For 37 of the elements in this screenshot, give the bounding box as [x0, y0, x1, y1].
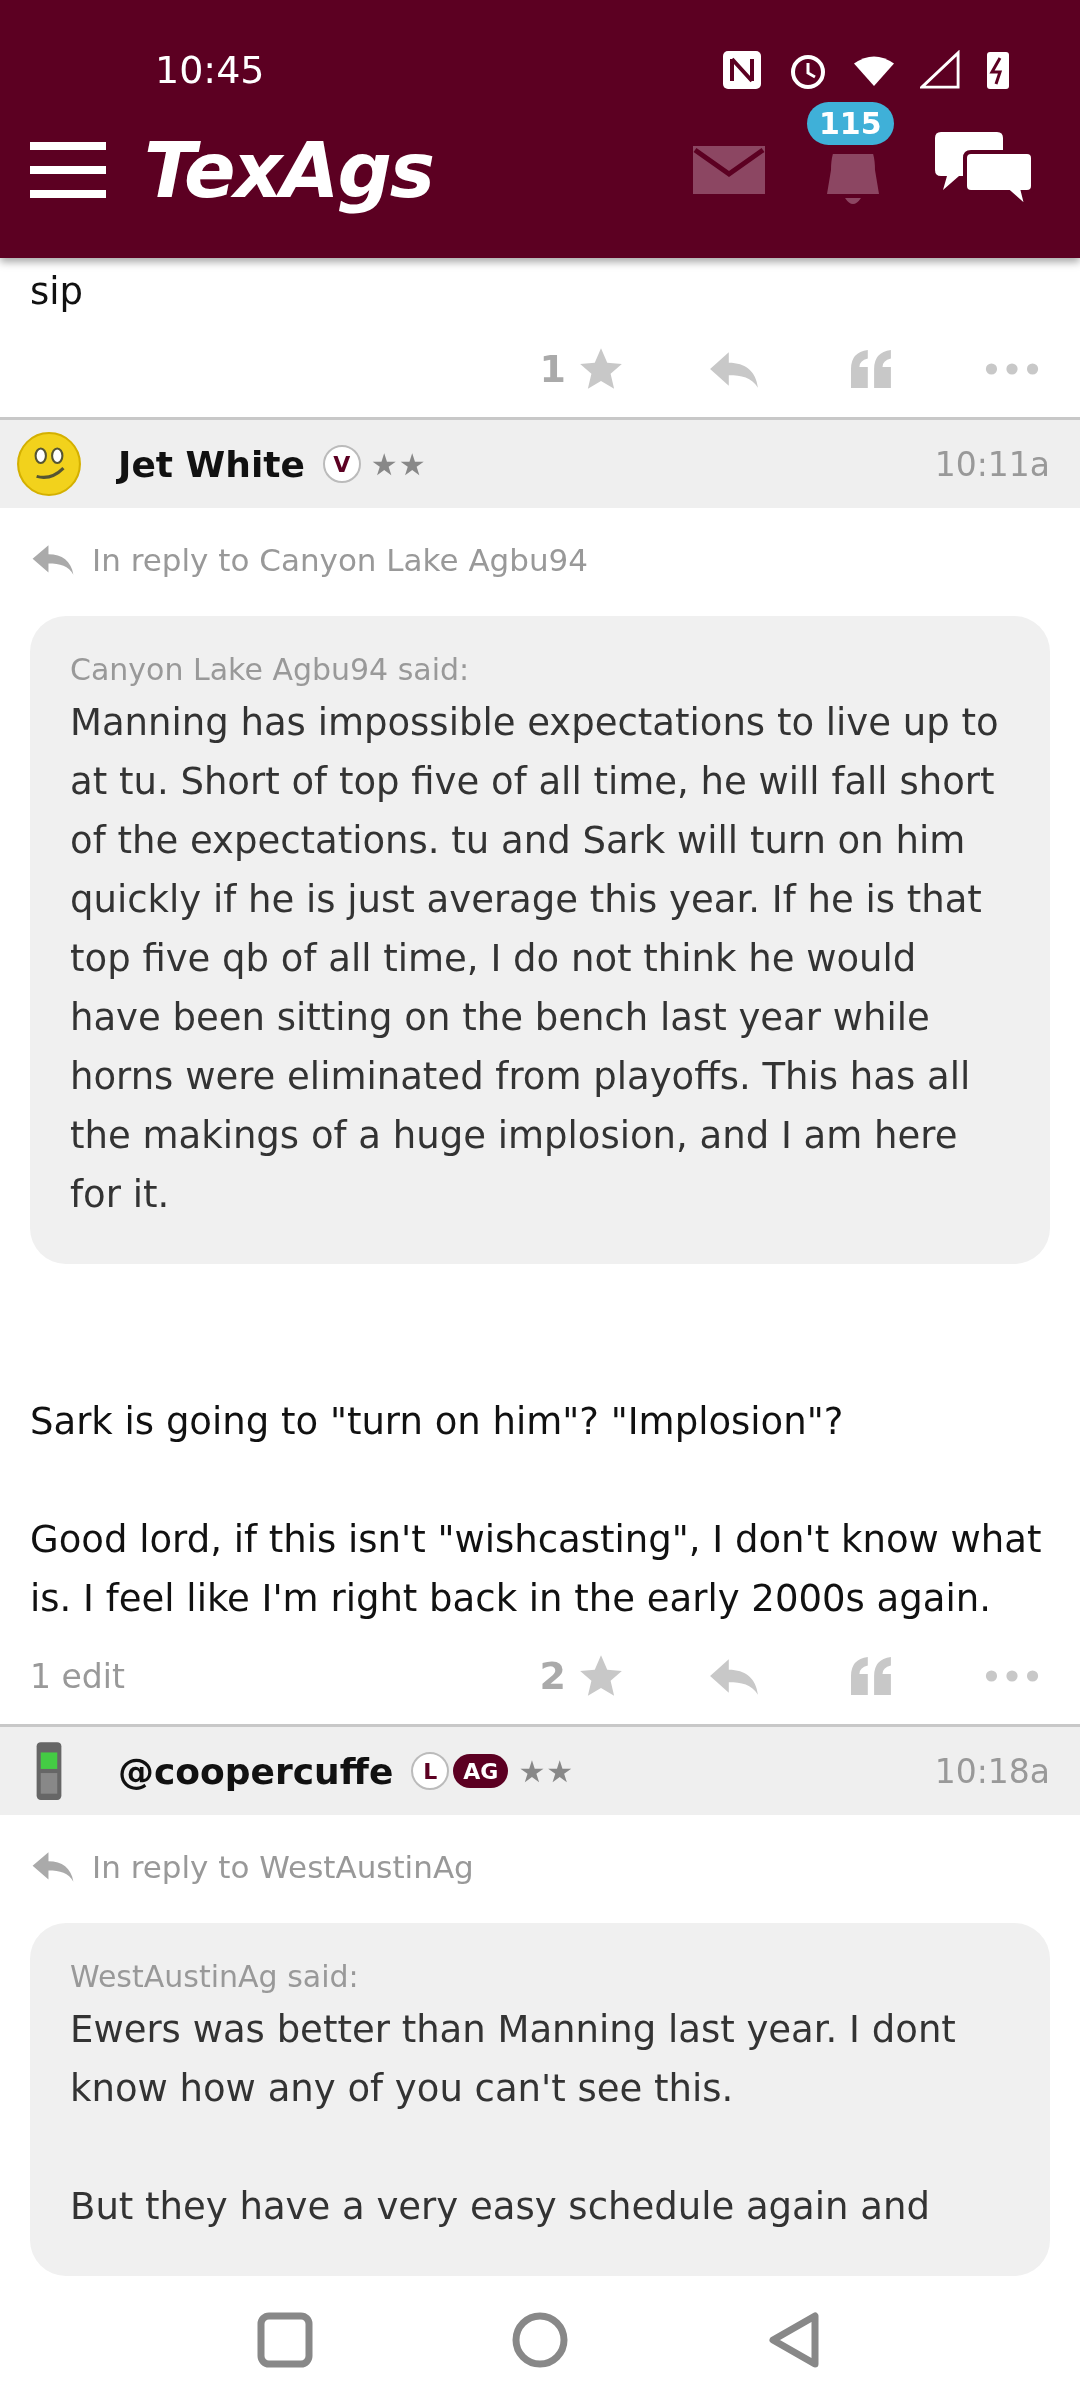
- notification-count-badge: 115: [807, 102, 894, 145]
- post-text: Good lord, if this isn't "wishcasting", I don't know what is. I feel like I'm right back in the early 2000s again.: [30, 1517, 1043, 1622]
- rank-stars: ★★: [518, 1753, 575, 1789]
- rank-stars: ★★: [370, 446, 427, 482]
- post-text: Sark is going to "turn on him"? "Implosion"?: [30, 1399, 845, 1445]
- more-icon[interactable]: [984, 1668, 1040, 1684]
- user-badge: L: [411, 1752, 450, 1790]
- menu-icon[interactable]: [30, 142, 106, 198]
- mail-icon[interactable]: [693, 146, 765, 194]
- home-icon[interactable]: [510, 2310, 570, 2370]
- quote-attribution: WestAustinAg said:: [70, 1959, 360, 1994]
- user-badge: V: [322, 445, 361, 483]
- recents-icon[interactable]: [255, 2310, 315, 2370]
- smiley-avatar-icon: [16, 431, 82, 497]
- post-time: 10:18a: [934, 1751, 1050, 1791]
- star-button[interactable]: 1: [539, 344, 626, 394]
- post-time: 10:11a: [934, 444, 1050, 484]
- star-button[interactable]: 2: [539, 1651, 626, 1701]
- quote-attribution: Canyon Lake Agbu94 said:: [70, 652, 471, 687]
- author-name[interactable]: @coopercuffe: [118, 1750, 394, 1792]
- status-time: 10:45: [155, 48, 265, 92]
- signal-icon: [920, 50, 960, 90]
- post-text: sip: [30, 269, 85, 315]
- quote-text: But they have a very easy schedule again and: [70, 2184, 931, 2230]
- site-logo[interactable]: TexAgs: [144, 125, 434, 215]
- quote-text: Ewers was better than Manning last year. I dont know how any of you can't see this.: [70, 2007, 957, 2112]
- more-icon[interactable]: [984, 361, 1040, 377]
- reply-reference[interactable]: In reply to Canyon Lake Agbu94: [92, 542, 589, 578]
- author-name[interactable]: Jet White: [118, 443, 305, 485]
- quote-text: Manning has impossible expectations to live up to at tu. Short of top five of all time, he will fall short of the expectations. tu and Sark will turn on him quickly if he is just average this year. If he is that top five qb of all time, I do not think he would have been sitting on the bench last year while horns were eliminated from playoffs. This has all the makings of a huge implosion, and I am here for it.: [70, 700, 1000, 1218]
- reply-icon: [30, 543, 76, 577]
- nfc-icon: [722, 50, 762, 90]
- user-badge: AG: [453, 1754, 509, 1788]
- reply-reference[interactable]: In reply to WestAustinAg: [92, 1849, 474, 1885]
- battery-icon: [986, 50, 1010, 90]
- reply-icon: [30, 1850, 76, 1884]
- edit-count: 1 edit: [30, 1656, 125, 1696]
